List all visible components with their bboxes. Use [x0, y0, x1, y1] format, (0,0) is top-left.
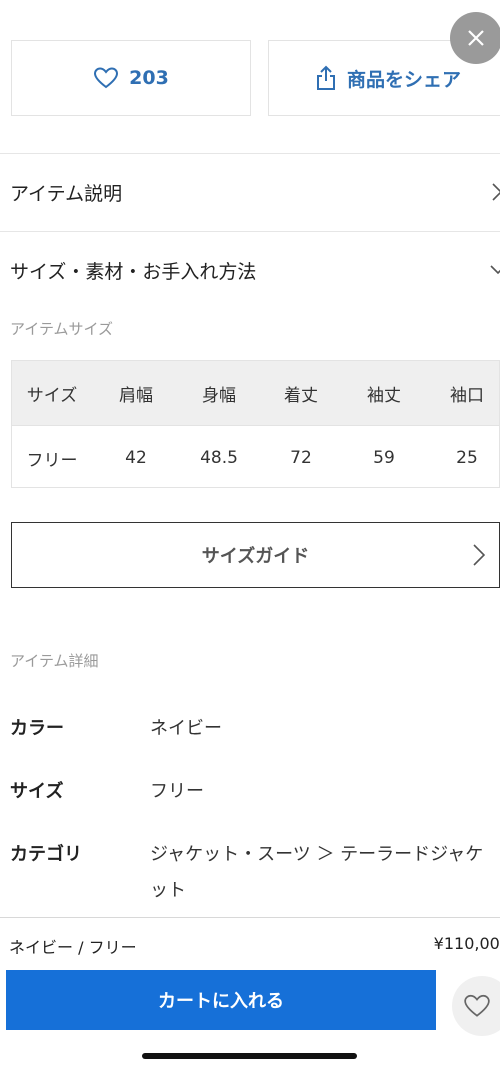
size-table-cell: 25	[456, 448, 478, 468]
size-table: サイズ 肩幅 身幅 着丈 袖丈 袖口 フリー 42 48.5 72 59 25	[11, 360, 500, 488]
item-description-label: アイテム説明	[10, 182, 123, 205]
detail-key-color: カラー	[10, 718, 64, 739]
table-row: フリー 42 48.5 72 59 25	[12, 425, 499, 487]
chevron-right-icon	[492, 183, 500, 201]
divider	[0, 153, 500, 154]
size-guide-button[interactable]: サイズガイド	[11, 522, 500, 588]
size-table-header-cell: 袖丈	[367, 385, 401, 406]
share-icon	[316, 65, 335, 90]
close-icon	[468, 30, 484, 46]
size-guide-label: サイズガイド	[201, 546, 310, 567]
item-size-title: アイテムサイズ	[10, 320, 114, 338]
size-table-cell: 48.5	[200, 448, 238, 468]
size-table-cell: 72	[290, 448, 312, 468]
price: ¥110,000	[433, 934, 500, 953]
detail-key-category: カテゴリ	[10, 844, 82, 865]
favorite-button[interactable]	[452, 976, 500, 1036]
detail-key-size: サイズ	[10, 781, 64, 802]
detail-value-size: フリー	[150, 781, 204, 802]
size-table-cell: 42	[125, 448, 147, 468]
add-to-cart-button[interactable]: カートに入れる	[6, 970, 436, 1030]
add-to-cart-label: カートに入れる	[158, 991, 284, 1012]
heart-icon	[94, 67, 119, 89]
size-material-row[interactable]: サイズ・素材・お手入れ方法	[10, 255, 500, 285]
detail-value-category-cont[interactable]: ット	[150, 876, 186, 902]
item-description-row[interactable]: アイテム説明	[10, 177, 500, 207]
chevron-down-icon	[490, 265, 500, 275]
size-material-label: サイズ・素材・お手入れ方法	[10, 260, 257, 283]
size-table-header-cell: 肩幅	[119, 385, 153, 406]
item-details-title: アイテム詳細	[10, 652, 99, 670]
size-table-header-cell: 袖口	[450, 385, 484, 406]
chevron-right-icon	[473, 544, 485, 566]
selected-variant: ネイビー / フリー	[9, 938, 137, 957]
like-button[interactable]: 203	[11, 40, 251, 116]
detail-value-category[interactable]: ジャケット・スーツ ＞ テーラードジャケ	[150, 840, 500, 866]
size-table-cell: フリー	[26, 450, 78, 471]
share-label: 商品をシェア	[346, 68, 461, 91]
heart-icon	[464, 994, 490, 1017]
divider	[0, 231, 500, 232]
size-table-header: サイズ 肩幅 身幅 着丈 袖丈 袖口	[12, 361, 499, 425]
detail-value-color: ネイビー	[150, 718, 222, 739]
size-table-header-cell: 着丈	[284, 385, 318, 406]
like-count: 203	[129, 67, 169, 89]
close-button[interactable]	[450, 12, 500, 64]
size-table-header-cell: サイズ	[26, 385, 78, 406]
size-table-cell: 59	[373, 448, 395, 468]
size-table-header-cell: 身幅	[202, 385, 236, 406]
home-indicator	[142, 1053, 357, 1059]
